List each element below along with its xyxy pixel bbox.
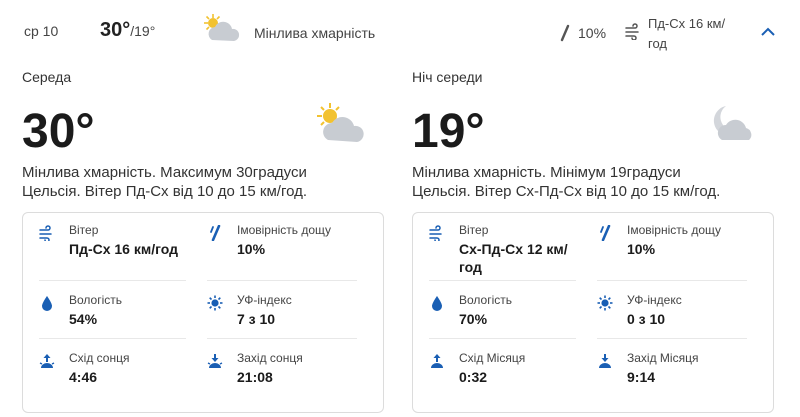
moonset-value: 9:14 <box>627 369 656 385</box>
moonset-icon <box>599 354 611 368</box>
sunset-label: Захід сонця <box>237 351 303 365</box>
wind-value: Сх-Пд-Сх 12 км/год <box>459 241 568 275</box>
humidity-value: 70% <box>459 311 488 327</box>
partly-cloudy-day-icon <box>204 14 240 41</box>
partly-cloudy-night-icon <box>713 106 752 140</box>
wind-icon <box>429 225 442 241</box>
day-temperature: 30° <box>22 105 95 158</box>
rain-chance: 10% <box>578 25 607 41</box>
moonset-label: Захід Місяця <box>627 351 699 365</box>
divider <box>597 280 747 281</box>
condition-text: Мінлива хмарність <box>254 25 376 41</box>
divider <box>207 280 357 281</box>
rain-value: 10% <box>237 241 266 257</box>
sunset-icon <box>207 354 223 368</box>
sunrise-icon <box>39 354 55 368</box>
divider <box>429 280 576 281</box>
panel-title: Ніч середи <box>412 69 483 85</box>
humidity-label: Вологість <box>459 293 513 307</box>
chevron-up-icon[interactable] <box>756 20 780 44</box>
day-panel: Середа 30° Мінлива хмарність. Максимум 3… <box>22 64 384 417</box>
divider <box>429 338 576 339</box>
moonrise-icon <box>431 354 443 368</box>
temperature-range: 30°/19° <box>100 19 155 42</box>
rain-label: Імовірність дощу <box>237 223 332 237</box>
night-panel: Ніч середи 19° Мінлива хмарність. Мініму… <box>412 64 774 417</box>
rain-value: 10% <box>627 241 656 257</box>
droplet-icon <box>432 296 442 311</box>
wind-summary: Пд-Сх 16 км/год <box>648 16 726 51</box>
moonrise-value: 0:32 <box>459 369 488 385</box>
sun-icon <box>597 295 613 311</box>
night-description: Мінлива хмарність. Мінімум 19градуси Цел… <box>412 164 721 200</box>
divider <box>39 338 186 339</box>
droplet-icon <box>42 296 52 311</box>
day-details-card: Вітер Пд-Сх 16 км/год Імовірність дощу 1… <box>22 212 384 413</box>
divider <box>207 338 357 339</box>
wind-label: Вітер <box>69 223 99 237</box>
sun-icon <box>207 295 223 311</box>
sunset-value: 21:08 <box>237 369 273 385</box>
low-temp: /19° <box>130 23 156 39</box>
moonrise-label: Схід Місяця <box>459 351 526 365</box>
uv-value: 0 з 10 <box>627 311 666 327</box>
partly-cloudy-day-icon <box>317 103 364 142</box>
humidity-value: 54% <box>69 311 98 327</box>
forecast-day-row[interactable]: ср 10 30°/19° Мінлива хмарність 10% Пд-С… <box>0 0 800 64</box>
wind-icon <box>39 225 52 241</box>
wind-icon <box>625 23 639 40</box>
sunrise-value: 4:46 <box>69 369 98 385</box>
rain-icon <box>560 24 570 42</box>
wind-label: Вітер <box>459 223 489 237</box>
rain-label: Імовірність дощу <box>627 223 722 237</box>
night-details-card: Вітер Сх-Пд-Сх 12 км/год Імовірність дощ… <box>412 212 774 413</box>
divider <box>597 338 747 339</box>
rain-icon <box>210 225 221 241</box>
uv-label: УФ-індекс <box>627 293 682 307</box>
night-temperature: 19° <box>412 105 485 158</box>
humidity-label: Вологість <box>69 293 123 307</box>
wind-value: Пд-Сх 16 км/год <box>69 241 179 257</box>
rain-icon <box>600 225 611 241</box>
day-description: Мінлива хмарність. Максимум 30градуси Це… <box>22 164 308 200</box>
high-temp: 30° <box>100 19 131 41</box>
divider <box>39 280 186 281</box>
sunrise-label: Схід сонця <box>69 351 130 365</box>
panel-title: Середа <box>22 69 72 85</box>
day-label: ср 10 <box>24 23 59 39</box>
uv-value: 7 з 10 <box>237 311 276 327</box>
uv-label: УФ-індекс <box>237 293 292 307</box>
